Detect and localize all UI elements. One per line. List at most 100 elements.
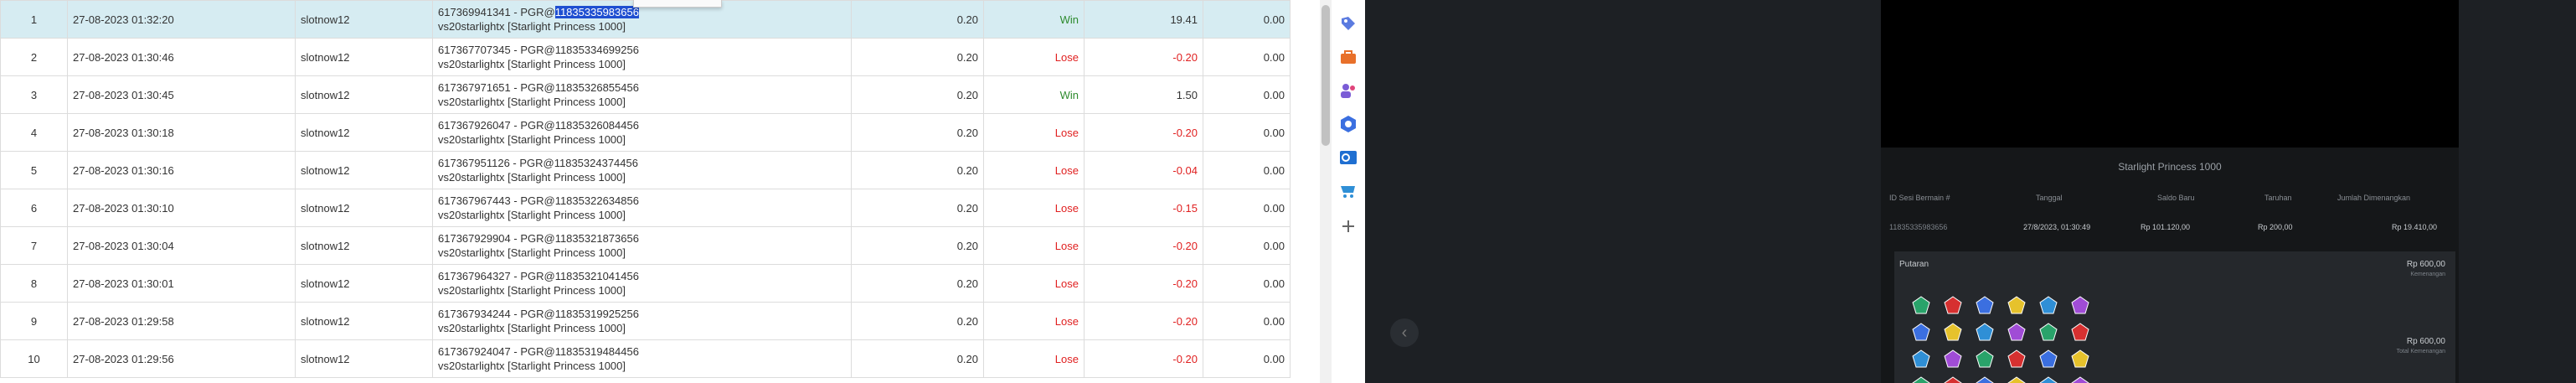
reel-symbol [2007, 349, 2027, 369]
row-number: 2 [0, 38, 68, 76]
reel-symbol [2038, 375, 2058, 383]
row-transaction: 617367964327 - PGR@11835321041456 vs20sta… [432, 264, 852, 303]
tx-id[interactable]: 11835326855456 [555, 81, 639, 94]
reel-symbol [2038, 349, 2058, 369]
row-winloss: 19.41 [1084, 0, 1203, 39]
table-row[interactable]: 2 27-08-2023 01:30:46 slotnow12 61736770734… [0, 38, 1291, 76]
table-row[interactable]: 8 27-08-2023 01:30:01 slotnow12 61736796432… [0, 264, 1291, 303]
tx-id[interactable]: 11835319484456 [555, 345, 639, 358]
tx-id[interactable]: 11835319925256 [555, 308, 639, 320]
game-background-left: ‹ [1365, 0, 1881, 383]
tx-id[interactable]: 11835321873656 [555, 232, 639, 245]
tx-id[interactable]: 11835326084456 [555, 119, 639, 132]
row-date: 27-08-2023 01:29:58 [67, 302, 296, 340]
row-number: 8 [0, 264, 68, 303]
game-title: Starlight Princess 1000 [2118, 161, 2222, 173]
context-popup [633, 0, 722, 8]
row-bet: 0.20 [851, 0, 984, 39]
table-row[interactable]: 10 27-08-2023 01:29:56 slotnow12 6173679240… [0, 339, 1291, 378]
tx-prefix: 617367926047 - PGR@ [438, 119, 555, 132]
row-status: Lose [983, 38, 1084, 76]
table-row[interactable]: 4 27-08-2023 01:30:18 slotnow12 61736792604… [0, 113, 1291, 152]
reel-symbol [2038, 295, 2058, 315]
people-icon[interactable] [1338, 80, 1358, 101]
row-bet: 0.20 [851, 226, 984, 265]
tx-id[interactable]: 11835321041456 [555, 270, 639, 282]
row-date: 27-08-2023 01:30:46 [67, 38, 296, 76]
table-row[interactable]: 6 27-08-2023 01:30:10 slotnow12 61736796744… [0, 189, 1291, 227]
tx-game: vs20starlightx [Starlight Princess 1000] [438, 322, 626, 334]
row-user: slotnow12 [295, 0, 433, 39]
table-row[interactable]: 7 27-08-2023 01:30:04 slotnow12 61736792990… [0, 226, 1291, 265]
tx-prefix: 617367924047 - PGR@ [438, 345, 555, 358]
balance-value: Rp 101.120,00 [2141, 223, 2191, 231]
row-date: 27-08-2023 01:30:45 [67, 75, 296, 114]
row-transaction: 617367924047 - PGR@11835319484456 vs20sta… [432, 339, 852, 378]
header-date: Tanggal [2036, 194, 2063, 202]
game-detail-panel: Starlight Princess 1000 ID Sesi Bermain … [1881, 0, 2459, 383]
row-balance: 0.00 [1203, 302, 1291, 340]
header-bet: Taruhan [2264, 194, 2292, 202]
hexagon-icon[interactable] [1338, 114, 1358, 134]
reel-symbol [1943, 375, 1963, 383]
tag-icon[interactable] [1338, 13, 1358, 34]
game-background-right [2459, 0, 2576, 383]
tx-id[interactable]: 11835334699256 [555, 44, 639, 56]
reel-symbol [1943, 322, 1963, 342]
amount-1: Rp 600,00 [2406, 260, 2445, 269]
row-balance: 0.00 [1203, 151, 1291, 189]
date-value: 27/8/2023, 01:30:49 [2023, 223, 2091, 231]
row-bet: 0.20 [851, 75, 984, 114]
spin-label: Putaran [1899, 260, 1929, 269]
row-transaction: 617367967443 - PGR@11835322634856 vs20sta… [432, 189, 852, 227]
row-user: slotnow12 [295, 38, 433, 76]
prev-arrow-button[interactable]: ‹ [1390, 318, 1419, 347]
row-bet: 0.20 [851, 264, 984, 303]
row-bet: 0.20 [851, 113, 984, 152]
row-transaction: 617367926047 - PGR@11835326084456 vs20sta… [432, 113, 852, 152]
table-row[interactable]: 9 27-08-2023 01:29:58 slotnow12 61736793424… [0, 302, 1291, 340]
row-number: 10 [0, 339, 68, 378]
reel-symbol [2007, 322, 2027, 342]
row-winloss: -0.20 [1084, 226, 1203, 265]
row-transaction: 617367929904 - PGR@11835321873656 vs20sta… [432, 226, 852, 265]
reel-symbol [2070, 295, 2090, 315]
cart-icon[interactable] [1338, 181, 1358, 201]
row-status: Lose [983, 264, 1084, 303]
reel-symbol [1911, 322, 1931, 342]
reel-symbol [1975, 322, 1995, 342]
reel-symbol [2070, 322, 2090, 342]
row-number: 7 [0, 226, 68, 265]
panel-top-area [1881, 0, 2459, 148]
amount-2-sub: Total Kemenangan [2396, 349, 2445, 355]
row-user: slotnow12 [295, 226, 433, 265]
tx-prefix: 617367929904 - PGR@ [438, 232, 555, 245]
outlook-icon[interactable] [1338, 148, 1358, 168]
vertical-scrollbar[interactable] [1320, 0, 1332, 383]
tx-id[interactable]: 11835324374456 [554, 157, 638, 169]
spin-detail-box: Putaran Rp 600,00 Kemenangan Rp 600,00 T… [1894, 251, 2455, 383]
amount-1-sub: Kemenangan [2410, 272, 2445, 277]
row-number: 3 [0, 75, 68, 114]
row-date: 27-08-2023 01:30:16 [67, 151, 296, 189]
reel-symbol [1943, 349, 1963, 369]
toolbox-icon[interactable] [1338, 47, 1358, 67]
tx-game: vs20starlightx [Starlight Princess 1000] [438, 20, 626, 33]
table-row[interactable]: 5 27-08-2023 01:30:16 slotnow12 61736795112… [0, 151, 1291, 189]
row-transaction: 617367951126 - PGR@11835324374456 vs20sta… [432, 151, 852, 189]
header-session-id: ID Sesi Bermain # [1889, 194, 1950, 202]
tx-prefix: 617367951126 - PGR@ [438, 157, 554, 169]
plus-icon[interactable] [1338, 216, 1358, 236]
tx-id[interactable]: 11835335983656 [554, 6, 639, 18]
table-row[interactable]: 3 27-08-2023 01:30:45 slotnow12 61736797165… [0, 75, 1291, 114]
row-balance: 0.00 [1203, 75, 1291, 114]
row-number: 5 [0, 151, 68, 189]
row-transaction: 617367971651 - PGR@11835326855456 vs20sta… [432, 75, 852, 114]
tx-game: vs20starlightx [Starlight Princess 1000] [438, 209, 626, 221]
tx-id[interactable]: 11835322634856 [555, 194, 639, 207]
row-bet: 0.20 [851, 151, 984, 189]
scrollbar-thumb[interactable] [1321, 5, 1330, 146]
session-id-value: 11835335983656 [1889, 223, 1948, 231]
row-number: 4 [0, 113, 68, 152]
row-status: Lose [983, 151, 1084, 189]
